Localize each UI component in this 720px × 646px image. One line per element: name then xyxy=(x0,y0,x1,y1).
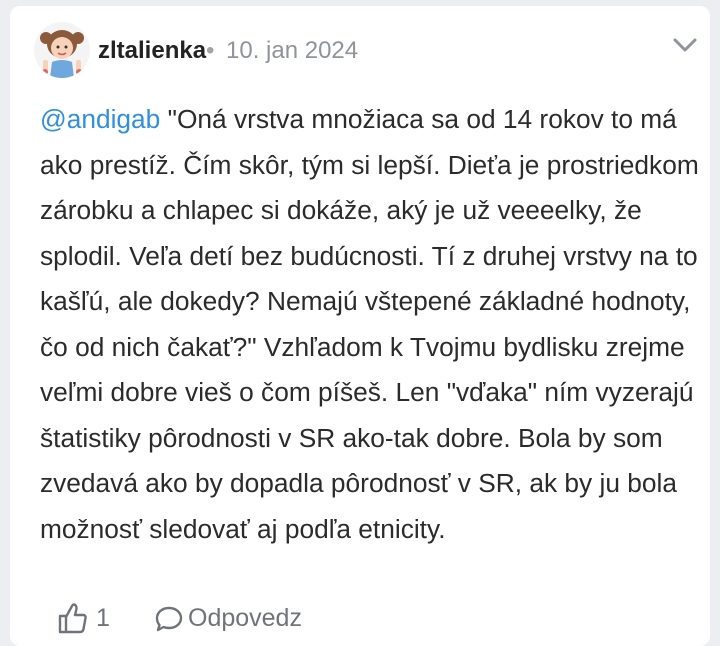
author-name[interactable]: zltalienka xyxy=(98,37,206,65)
avatar-illustration xyxy=(40,30,84,78)
avatar[interactable] xyxy=(34,22,90,78)
like-button[interactable]: 1 xyxy=(58,602,118,636)
speech-bubble-icon xyxy=(155,606,183,632)
reply-button[interactable]: Odpovedz xyxy=(154,602,334,636)
user-mention[interactable]: @andigab xyxy=(40,104,160,134)
reply-label: Odpovedz xyxy=(188,604,302,632)
post-date: 10. jan 2024 xyxy=(226,37,359,64)
comment-body: "Oná vrstva množiaca sa od 14 rokov to m… xyxy=(40,104,699,544)
chevron-down-icon[interactable] xyxy=(672,36,698,54)
like-count: 1 xyxy=(96,604,110,632)
thumbs-up-icon xyxy=(58,603,87,634)
comment-card: zltalienka • 10. jan 2024 @andigab "Oná … xyxy=(10,6,710,646)
comment-text: @andigab "Oná vrstva množiaca sa od 14 r… xyxy=(40,97,700,552)
meta-separator: • xyxy=(206,37,215,64)
